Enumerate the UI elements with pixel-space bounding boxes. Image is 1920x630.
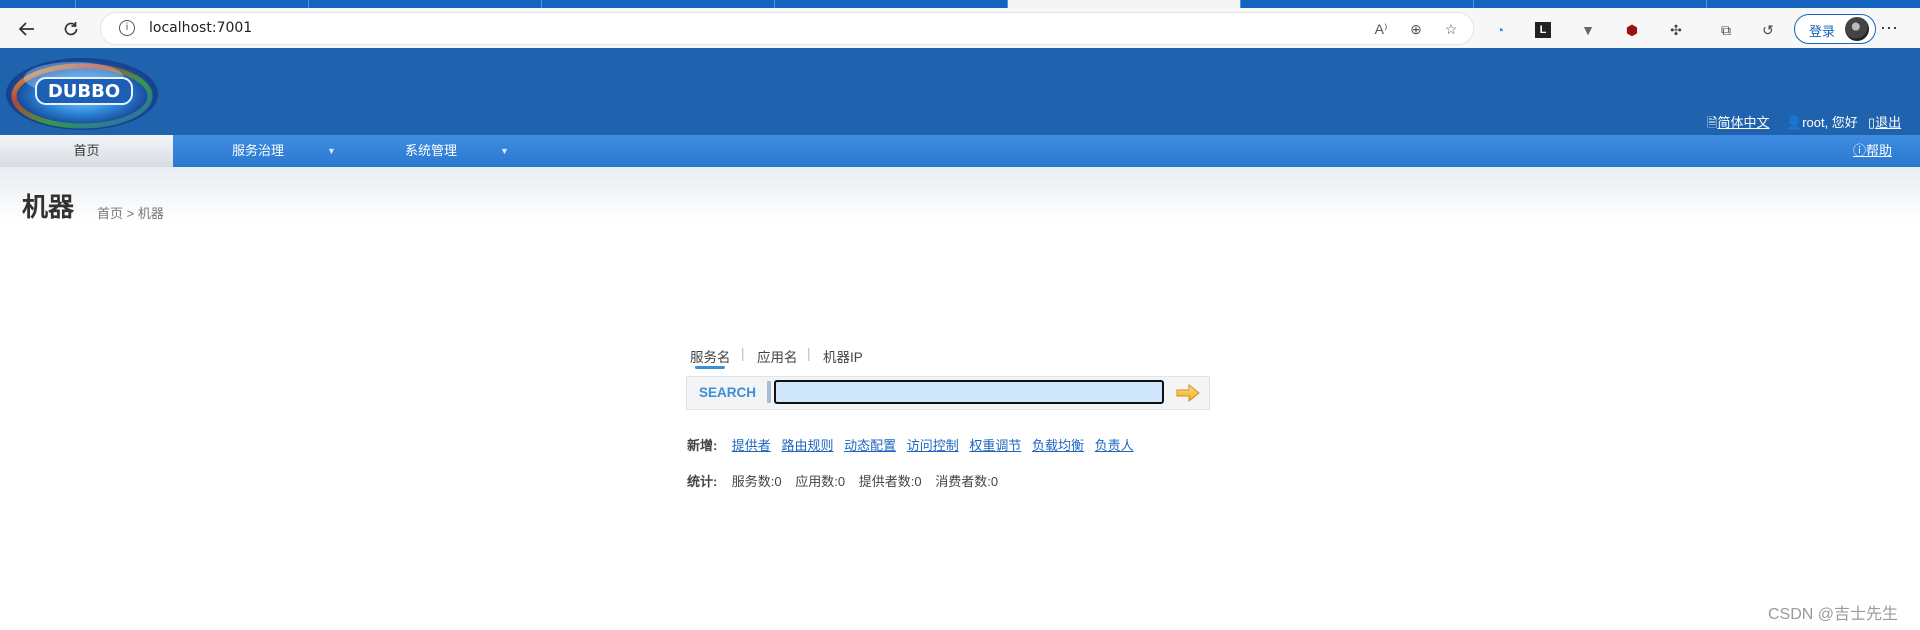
- browser-tab-active[interactable]: [1008, 0, 1241, 8]
- browser-tab[interactable]: [309, 0, 542, 8]
- search-box: SEARCH: [686, 376, 1210, 410]
- address-bar[interactable]: i localhost:7001 A⁾ ⊕ ☆: [100, 12, 1474, 45]
- language-link[interactable]: 简体中文: [1717, 115, 1769, 130]
- tab-machine-ip[interactable]: 机器IP: [823, 346, 863, 366]
- browser-tab[interactable]: [542, 0, 775, 8]
- extension-l-icon[interactable]: L: [1535, 22, 1551, 38]
- browser-tab[interactable]: [76, 0, 309, 8]
- chevron-down-icon[interactable]: ▼: [500, 135, 509, 167]
- browser-tab-strip: [0, 0, 1920, 8]
- document-icon: 🗎: [1707, 115, 1718, 130]
- dubbo-logo: DUBBO: [6, 58, 158, 130]
- collections-icon[interactable]: ⧉: [1716, 20, 1736, 40]
- app-header: DUBBO 🗎简体中文 👤root, 您好 ▯退出: [0, 48, 1920, 135]
- tab-separator: |: [807, 346, 811, 361]
- active-tab-indicator: [695, 366, 725, 369]
- add-owner-link[interactable]: 负责人: [1095, 438, 1134, 453]
- stat-application-count: 应用数:0: [795, 474, 846, 489]
- tab-service-name[interactable]: 服务名: [690, 346, 731, 366]
- browser-tab[interactable]: [1707, 0, 1920, 8]
- logout[interactable]: ▯退出: [1868, 112, 1901, 131]
- search-input[interactable]: [774, 380, 1164, 404]
- stat-provider-count: 提供者数:0: [858, 474, 922, 489]
- read-aloud-icon[interactable]: A⁾: [1371, 19, 1391, 39]
- browser-tab[interactable]: [1241, 0, 1474, 8]
- ublock-icon[interactable]: ⬢: [1622, 20, 1642, 40]
- add-weight-adjust-link[interactable]: 权重调节: [969, 438, 1021, 453]
- breadcrumb: 首页 > 机器: [97, 206, 164, 221]
- help-icon: ⓘ: [1853, 143, 1867, 158]
- browser-tab[interactable]: [775, 0, 1008, 8]
- add-provider-link[interactable]: 提供者: [732, 438, 771, 453]
- language-switch[interactable]: 🗎简体中文: [1707, 112, 1769, 136]
- menu-service-governance[interactable]: 服务治理: [232, 135, 284, 167]
- menu-system-management[interactable]: 系统管理: [405, 135, 457, 167]
- more-menu-icon[interactable]: ⋯: [1880, 18, 1898, 39]
- watermark: CSDN @吉士先生: [1768, 606, 1899, 623]
- extensions-puzzle-icon[interactable]: ✣: [1666, 20, 1686, 40]
- main-menu-bar: 首页 服务治理 ▼ 系统管理 ▼ ⓘ帮助: [0, 135, 1920, 167]
- browser-tab[interactable]: [1474, 0, 1707, 8]
- user-greeting-text: root, 您好: [1802, 115, 1858, 130]
- login-label: 登录: [1809, 24, 1836, 39]
- logo-text: DUBBO: [48, 81, 120, 102]
- profile-login-button[interactable]: 登录: [1794, 14, 1876, 44]
- menu-home[interactable]: 首页: [0, 135, 173, 167]
- add-row: 新增: 提供者 路由规则 动态配置 访问控制 权重调节 负载均衡 负责人: [687, 435, 1141, 454]
- back-button[interactable]: [14, 16, 40, 42]
- add-access-control-link[interactable]: 访问控制: [907, 438, 959, 453]
- page-title: 机器: [22, 192, 75, 222]
- refresh-icon: [64, 22, 78, 36]
- browser-tab[interactable]: [0, 0, 76, 8]
- help-label: 帮助: [1866, 143, 1893, 158]
- search-submit-arrow-icon[interactable]: [1175, 382, 1201, 404]
- back-arrow-icon: [18, 22, 34, 36]
- avatar: [1845, 17, 1869, 41]
- help-link[interactable]: ⓘ帮助: [1853, 135, 1892, 167]
- history-icon[interactable]: ↺: [1758, 20, 1778, 40]
- add-label: 新增:: [687, 438, 718, 453]
- tab-separator: |: [741, 346, 745, 361]
- search-label: SEARCH: [699, 385, 757, 400]
- stats-label: 统计:: [687, 474, 718, 489]
- stat-consumer-count: 消费者数:0: [935, 474, 999, 489]
- address-url[interactable]: localhost:7001: [149, 20, 252, 36]
- browser-toolbar: i localhost:7001 A⁾ ⊕ ☆ ◔ L ▼ ⬢ ✣ ⧉ ↺ 登录…: [0, 8, 1920, 49]
- site-info-icon[interactable]: i: [119, 20, 135, 36]
- stats-row: 统计: 服务数:0 应用数:0 提供者数:0 消费者数:0: [687, 471, 1008, 490]
- add-dynamic-config-link[interactable]: 动态配置: [844, 438, 896, 453]
- extension-v-icon[interactable]: ▼: [1578, 20, 1598, 40]
- logout-link[interactable]: 退出: [1875, 115, 1901, 130]
- edge-extension-icon[interactable]: ◔: [1490, 20, 1510, 40]
- stat-service-count: 服务数:0: [731, 474, 782, 489]
- add-route-rule-link[interactable]: 路由规则: [781, 438, 833, 453]
- chevron-down-icon[interactable]: ▼: [327, 135, 336, 167]
- tab-application-name[interactable]: 应用名: [757, 346, 798, 366]
- favorite-star-icon[interactable]: ☆: [1441, 19, 1461, 39]
- zoom-icon[interactable]: ⊕: [1406, 19, 1426, 39]
- add-load-balance-link[interactable]: 负载均衡: [1032, 438, 1084, 453]
- user-greeting: 👤root, 您好: [1786, 112, 1858, 131]
- search-divider: [767, 381, 771, 403]
- user-icon: 👤: [1786, 115, 1803, 130]
- refresh-button[interactable]: [58, 16, 84, 42]
- page-header: 机器 首页 > 机器: [0, 167, 1920, 222]
